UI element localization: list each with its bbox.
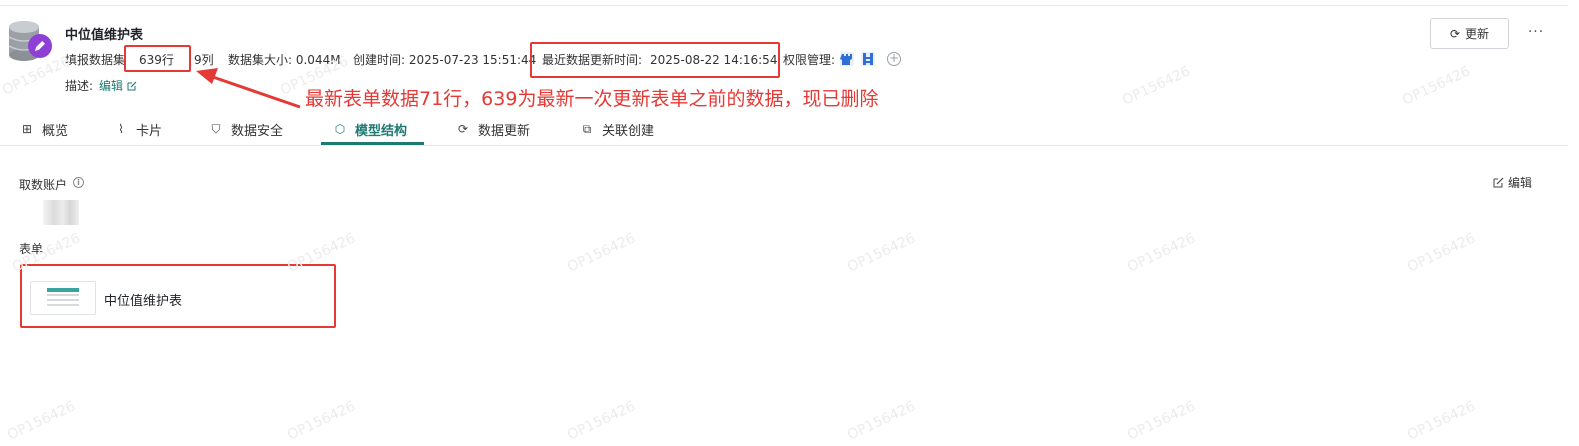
permission-user-icon[interactable] [839, 51, 855, 67]
tab-data-security[interactable]: ⛉ 数据安全 [209, 112, 283, 146]
tab-data-update-label: 数据更新 [478, 123, 531, 139]
watermark: OP156426 [1125, 230, 1198, 276]
link-icon: ⧉ [582, 122, 592, 136]
description-edit-label: 编辑 [99, 79, 124, 93]
more-options-button[interactable]: ··· [1525, 22, 1547, 44]
permission-group-icon[interactable] [860, 51, 876, 67]
tab-card-label: 卡片 [136, 123, 163, 139]
watermark: OP156426 [1405, 230, 1478, 276]
update-button-label: 更新 [1465, 27, 1490, 41]
tab-data-security-label: 数据安全 [231, 123, 284, 139]
tab-bar: ⊞ 概览 ⌇ 卡片 ⛉ 数据安全 ⬡ 模型结构 ⟳ 数据更新 ⧉ 关联创建 [0, 112, 1568, 146]
form-thumbnail[interactable] [30, 281, 96, 315]
row-count-highlight-box [124, 45, 191, 72]
watermark: OP156426 [1120, 63, 1193, 109]
watermark: OP156426 [1125, 398, 1198, 444]
watermark: OP156426 [845, 398, 918, 444]
edit-account-label: 编辑 [1508, 176, 1533, 190]
tab-linked-create[interactable]: ⧉ 关联创建 [580, 112, 654, 146]
annotation-text: 最新表单数据71行，639为最新一次更新表单之前的数据，现已删除 [305, 88, 879, 110]
info-icon[interactable]: i [73, 177, 84, 188]
tab-card[interactable]: ⌇ 卡片 [114, 112, 162, 146]
watermark: OP156426 [1405, 398, 1478, 444]
add-permission-icon[interactable]: + [887, 52, 901, 66]
tab-model-structure-label: 模型结构 [355, 123, 408, 139]
shield-icon: ⛉ [211, 122, 221, 136]
top-divider [0, 5, 1568, 6]
form-table-icon [47, 288, 79, 306]
update-button[interactable]: ⟳ 更新 [1430, 18, 1509, 49]
refresh-icon: ⟳ [1449, 26, 1461, 41]
cube-icon: ⬡ [334, 122, 346, 136]
rows-label: 填报数据集 [65, 53, 126, 67]
description-label: 描述: [65, 79, 94, 93]
account-label: 取数账户 [19, 178, 68, 192]
edit-icon [1493, 177, 1504, 188]
tab-overview[interactable]: ⊞ 概览 [20, 112, 68, 146]
chart-icon: ⌇ [118, 122, 124, 136]
tab-model-structure[interactable]: ⬡ 模型结构 [333, 112, 407, 146]
edit-account-button[interactable]: 编辑 [1493, 174, 1532, 191]
column-count: 9列 [194, 53, 214, 67]
refresh-icon: ⟳ [457, 122, 469, 136]
tab-overview-label: 概览 [42, 123, 69, 139]
watermark: OP156426 [565, 398, 638, 444]
description-edit-link[interactable]: 编辑 [99, 77, 137, 94]
created-time: 创建时间: 2025-07-23 15:51:44 [353, 53, 537, 67]
active-tab-indicator [321, 142, 424, 145]
watermark: OP156426 [565, 230, 638, 276]
watermark: OP156426 [285, 398, 358, 444]
watermark: OP156426 [845, 230, 918, 276]
tab-data-update[interactable]: ⟳ 数据更新 [456, 112, 530, 146]
tab-linked-create-label: 关联创建 [602, 123, 655, 139]
dataset-edit-icon[interactable] [7, 19, 55, 63]
permission-label: 权限管理: [783, 53, 836, 67]
last-update-highlight-box [530, 42, 780, 78]
watermark: OP156426 [5, 398, 78, 444]
table-icon: ⊞ [21, 122, 33, 136]
edit-icon [127, 81, 137, 91]
dataset-size: 数据集大小: 0.044M [228, 53, 341, 67]
watermark: OP156426 [1400, 63, 1473, 109]
dataset-title: 中位值维护表 [65, 28, 144, 43]
account-value-blurred [43, 200, 79, 225]
form-label: 表单 [19, 242, 44, 256]
form-name-link[interactable]: 中位值维护表 [104, 290, 182, 309]
